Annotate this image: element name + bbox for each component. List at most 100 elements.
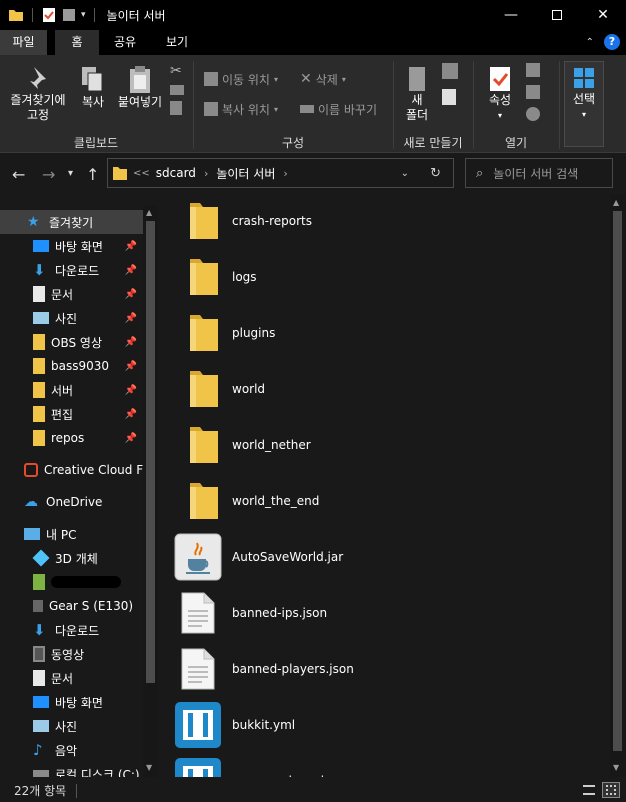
file-item[interactable]: world_the_end [172,475,592,527]
scroll-up-icon[interactable]: ▲ [613,198,619,207]
properties-button[interactable]: 속성 ▾ [480,65,520,123]
back-arrow-icon[interactable]: ← [12,165,25,184]
nav-pane-scrollbar[interactable]: ▲ ▼ [143,205,158,777]
new-folder-quick-icon[interactable] [61,7,77,23]
pin-icon[interactable]: 📌 [125,433,137,444]
history-icon[interactable] [526,107,540,121]
nav-pc-gear-s[interactable]: Gear S (E130) [0,594,143,618]
properties-check-icon[interactable] [41,7,57,23]
minimize-button[interactable]: — [488,0,534,30]
nav-quick-access[interactable]: ★ 즐겨찾기 [0,210,143,234]
nav-pinned-desktop[interactable]: 바탕 화면 📌 [0,234,143,258]
nav-pc-downloads[interactable]: ⬇ 다운로드 [0,618,143,642]
file-item[interactable]: banned-ips.json [172,587,592,639]
nav-pc-desktop[interactable]: 바탕 화면 [0,690,143,714]
pin-icon[interactable]: 📌 [125,265,137,276]
new-folder-label-1: 새 [411,93,423,107]
nav-pc-redacted[interactable] [0,570,143,594]
new-item-icon[interactable] [442,63,458,79]
nav-pinned-repos[interactable]: repos 📌 [0,426,143,450]
pin-icon[interactable]: 📌 [125,409,137,420]
breadcrumb-sdcard[interactable]: sdcard [156,166,196,180]
refresh-icon[interactable]: ↻ [430,166,441,181]
pin-to-quick-access-button[interactable]: 즐겨찾기에 고정 [6,65,70,123]
file-item[interactable]: banned-players.json [172,643,592,695]
details-view-button[interactable] [580,782,598,798]
content-scroll-thumb[interactable] [613,211,622,751]
rename-button[interactable]: 이름 바꾸기 [300,99,377,119]
file-item[interactable]: bukkit.yml [172,699,592,751]
cloud-icon: ☁ [24,494,38,510]
up-arrow-icon[interactable]: ↑ [86,165,99,184]
select-label: 선택 [572,92,596,106]
pin-icon[interactable]: 📌 [125,241,137,252]
edit-icon[interactable] [526,85,540,99]
nav-pane-scroll-thumb[interactable] [146,221,155,683]
cut-icon[interactable]: ✂ [170,63,184,79]
copy-path-icon[interactable] [170,85,184,95]
pin-icon[interactable]: 📌 [125,385,137,396]
breadcrumb-current[interactable]: 놀이터 서버 [216,165,275,182]
nav-pinned-downloads[interactable]: ⬇ 다운로드 📌 [0,258,143,282]
file-item[interactable]: world [172,363,592,415]
tab-share[interactable]: 공유 [103,30,147,55]
select-button[interactable]: 선택 ▾ [564,61,604,147]
nav-creative-cloud[interactable]: Creative Cloud Fil [0,458,143,482]
file-item[interactable]: commands.yml [172,755,592,777]
new-folder-button[interactable]: 새 폴더 [400,65,434,123]
address-bar[interactable]: << sdcard › 놀이터 서버 › ⌄ ↻ [107,158,454,188]
nav-pc-3d-objects[interactable]: 3D 개체 [0,546,143,570]
breadcrumb-chevron-icon[interactable]: › [204,167,208,180]
recent-locations-icon[interactable]: ▾ [68,168,73,179]
tab-view[interactable]: 보기 [152,30,202,55]
nav-pc-local-disk[interactable]: 로컬 디스크 (C:) [0,762,143,777]
search-input[interactable]: ⌕ 놀이터 서버 검색 [465,158,613,188]
pin-icon[interactable]: 📌 [125,289,137,300]
pin-icon[interactable]: 📌 [125,361,137,372]
pin-icon[interactable]: 📌 [125,313,137,324]
easy-access-icon[interactable] [442,89,456,105]
nav-pinned-documents[interactable]: 문서 📌 [0,282,143,306]
pin-icon[interactable]: 📌 [125,337,137,348]
file-item[interactable]: world_nether [172,419,592,471]
nav-pc-documents[interactable]: 문서 [0,666,143,690]
delete-button[interactable]: ✕ 삭제 ▾ [300,69,346,89]
content-scrollbar[interactable]: ▲ ▼ [610,195,625,777]
scroll-down-icon[interactable]: ▼ [613,763,619,772]
address-dropdown-icon[interactable]: ⌄ [401,168,409,179]
large-icons-view-button[interactable] [602,782,620,798]
quick-access-dropdown-icon[interactable]: ▾ [81,10,86,20]
scroll-up-icon[interactable]: ▲ [146,208,152,217]
nav-onedrive[interactable]: ☁ OneDrive [0,490,143,514]
nav-pinned-pictures[interactable]: 사진 📌 [0,306,143,330]
nav-pc-videos[interactable]: 동영상 [0,642,143,666]
file-item[interactable]: AutoSaveWorld.jar [172,531,592,583]
nav-pc-pictures[interactable]: 사진 [0,714,143,738]
copy-button[interactable]: 복사 [76,65,110,110]
file-item[interactable]: logs [172,251,592,303]
nav-pinned-server[interactable]: 서버 📌 [0,378,143,402]
nav-pinned-obs[interactable]: OBS 영상 📌 [0,330,143,354]
forward-arrow-icon[interactable]: → [42,165,55,184]
nav-pinned-bass9030[interactable]: bass9030 📌 [0,354,143,378]
large-icons-view-icon [606,785,616,795]
maximize-button[interactable] [534,0,580,30]
copy-to-button[interactable]: 복사 위치 ▾ [204,99,278,119]
file-item[interactable]: crash-reports [172,195,592,247]
close-button[interactable]: ✕ [580,0,626,30]
ribbon-collapse-icon[interactable]: ⌃ [586,37,594,48]
tab-file[interactable]: 파일 [0,30,47,55]
open-icon[interactable] [526,63,540,77]
address-overflow[interactable]: << [133,168,150,179]
file-item[interactable]: plugins [172,307,592,359]
paste-button[interactable]: 붙여넣기 [114,65,166,110]
paste-shortcut-icon[interactable] [170,101,182,115]
nav-pc-music[interactable]: ♪ 음악 [0,738,143,762]
nav-pinned-edit[interactable]: 편집 📌 [0,402,143,426]
scroll-down-icon[interactable]: ▼ [146,763,152,772]
nav-this-pc[interactable]: 내 PC [0,522,143,546]
tab-home[interactable]: 홈 [55,30,99,55]
move-to-button[interactable]: 이동 위치 ▾ [204,69,278,89]
help-icon[interactable]: ? [604,34,620,50]
breadcrumb-chevron-icon[interactable]: › [283,167,287,180]
